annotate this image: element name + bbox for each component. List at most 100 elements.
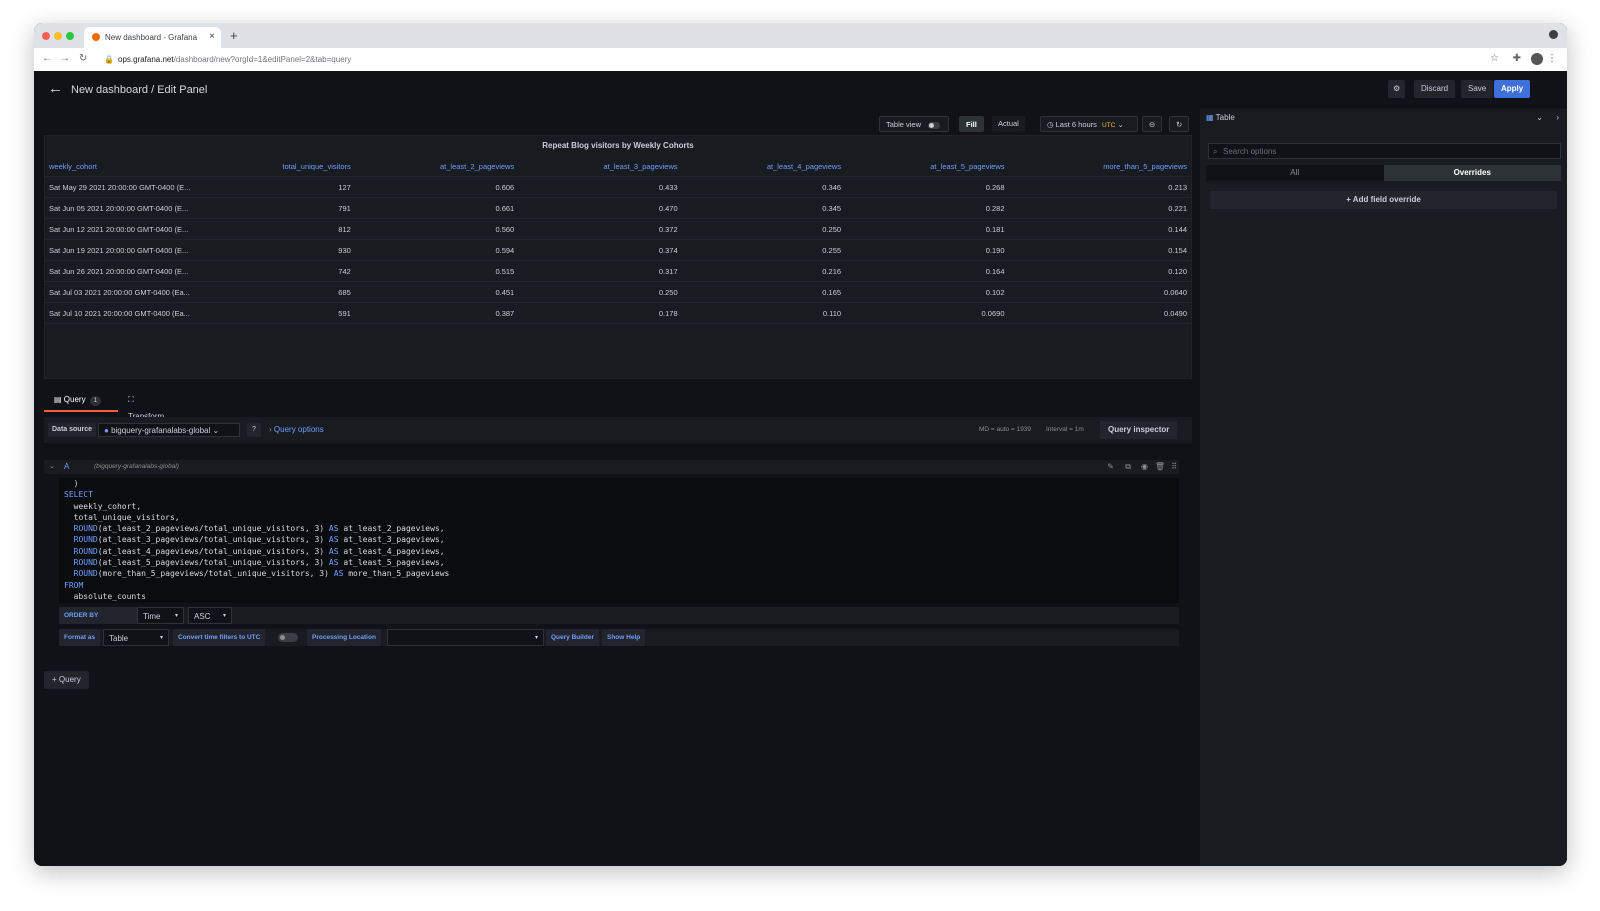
actual-button[interactable]: Actual [992, 116, 1025, 132]
tab-query[interactable]: ▤ Query 1 [44, 391, 118, 412]
close-window-icon[interactable] [42, 32, 50, 40]
query-builder-button[interactable]: Query Builder [546, 629, 599, 646]
lock-icon: 🔒 [104, 55, 114, 64]
table-cell: 742 [203, 260, 355, 282]
query-inspector-button[interactable]: Query inspector [1100, 421, 1178, 439]
tab-title: New dashboard - Grafana [105, 33, 198, 42]
convert-utc-toggle[interactable] [278, 633, 298, 642]
add-field-override-button[interactable]: + Add field override [1210, 191, 1557, 209]
datasource-picker[interactable]: ● bigquery-grafanalabs-global ⌄ [98, 423, 240, 437]
visualization-picker[interactable]: ▦ Table ⌄ › [1206, 109, 1561, 127]
sql-line: ) [64, 479, 79, 488]
sql-line: ROUND(at_least_2_pageviews/total_unique_… [73, 524, 445, 534]
eye-icon[interactable]: ◉ [1141, 462, 1148, 471]
back-nav-icon[interactable]: ← [42, 53, 52, 64]
table-cell: 0.110 [681, 302, 846, 324]
order-direction-select[interactable]: ASC ▾ [188, 607, 232, 624]
table-cell: 0.164 [845, 260, 1009, 282]
table-cell: 685 [203, 281, 355, 303]
refresh-icon[interactable]: ↻ [1169, 116, 1190, 132]
chrome-profile-icon[interactable] [1549, 30, 1558, 39]
toggle-switch[interactable] [928, 121, 941, 129]
table-cell: 0.387 [354, 302, 519, 324]
zoom-out-icon[interactable]: ⊖ [1142, 116, 1163, 132]
sql-line: ROUND(at_least_3_pageviews/total_unique_… [73, 535, 445, 545]
order-field-select[interactable]: Time ▾ [137, 607, 184, 624]
column-header[interactable]: at_least_2_pageviews [354, 156, 519, 177]
panel-preview: Repeat Blog visitors by Weekly Cohorts w… [44, 135, 1192, 379]
datasource-label: Data source [48, 423, 97, 437]
table-cell: Sat Jul 03 2021 20:00:00 GMT-0400 (Ea... [45, 281, 203, 303]
tab-all[interactable]: All [1206, 165, 1384, 181]
bookmark-star-icon[interactable]: ☆ [1490, 53, 1499, 64]
query-ref-id[interactable]: A [64, 462, 69, 471]
browser-menu-icon[interactable]: ⋮ [1547, 53, 1557, 64]
chevron-right-icon[interactable]: › [1556, 109, 1559, 127]
trash-icon[interactable]: 🗑 [1155, 462, 1165, 471]
table-cell: 0.515 [354, 260, 519, 282]
sql-line: total_unique_visitors, [64, 512, 180, 522]
query-options-toggle[interactable]: › Query options [269, 423, 324, 437]
maximize-window-icon[interactable] [66, 32, 74, 40]
drag-handle-icon[interactable]: ⠿ [1171, 462, 1177, 471]
query-row-header: ⌄ A (bigquery-grafanalabs-global) ✎ ⧉ ◉ … [44, 460, 1179, 474]
edit-pencil-icon[interactable]: ✎ [1107, 462, 1114, 471]
time-picker[interactable]: ◷ Last 6 hours UTC ⌄ [1040, 116, 1138, 132]
search-icon: ⌕ [1213, 147, 1218, 156]
column-header[interactable]: at_least_4_pageviews [681, 156, 846, 177]
user-avatar[interactable] [1531, 53, 1543, 65]
apply-button[interactable]: Apply [1494, 80, 1531, 98]
page-title: New dashboard / Edit Panel [71, 84, 208, 96]
table-view-toggle[interactable]: Table view [879, 116, 949, 132]
settings-gear-icon[interactable]: ⚙ [1388, 80, 1406, 98]
table-cell: 0.221 [1008, 197, 1191, 219]
column-header[interactable]: more_than_5_pageviews [1008, 156, 1191, 177]
table-row: Sat Jul 03 2021 20:00:00 GMT-0400 (Ea...… [45, 281, 1191, 303]
table-cell: Sat Jun 19 2021 20:00:00 GMT-0400 (E... [45, 239, 203, 261]
search-options-input[interactable]: ⌕ Search options [1208, 143, 1561, 159]
minimize-window-icon[interactable] [54, 32, 62, 40]
show-help-button[interactable]: Show Help [602, 629, 646, 646]
column-header[interactable]: total_unique_visitors [203, 156, 355, 177]
save-button[interactable]: Save [1461, 80, 1494, 98]
add-query-button[interactable]: + Query [44, 671, 89, 689]
caret-down-icon: ▾ [174, 613, 178, 619]
format-row: Format as Table ▾ Convert time filters to… [59, 629, 1179, 646]
caret-down-icon: ▾ [534, 635, 538, 641]
add-field-override-label: Add field override [1352, 195, 1421, 204]
column-header[interactable]: at_least_5_pageviews [845, 156, 1009, 177]
tab-transform[interactable]: ⛶ Transform0 [128, 391, 164, 440]
table-cell: 0.0640 [1008, 281, 1191, 303]
back-arrow-icon[interactable]: ← [48, 80, 63, 97]
table-cell: 0.346 [681, 176, 846, 198]
clock-icon: ◷ [1047, 120, 1054, 129]
tab-overrides[interactable]: Overrides [1383, 165, 1561, 181]
collapse-chevron-icon[interactable]: ⌄ [49, 462, 55, 470]
forward-nav-icon[interactable]: → [60, 53, 70, 64]
discard-button[interactable]: Discard [1414, 80, 1456, 98]
time-range: Last 6 hours [1055, 120, 1097, 129]
caret-down-icon: ▾ [159, 635, 163, 641]
table-cell: 0.317 [518, 260, 682, 282]
browser-tab[interactable]: New dashboard - Grafana × [84, 27, 221, 48]
add-query-label: Query [58, 675, 81, 684]
fill-button[interactable]: Fill [959, 116, 984, 132]
sql-editor[interactable]: ) SELECT weekly_cohort, total_unique_visi… [59, 478, 1179, 603]
table-cell: 0.451 [354, 281, 519, 303]
format-select[interactable]: Table ▾ [103, 629, 169, 646]
table-cell: 812 [203, 218, 355, 240]
extensions-icon[interactable]: ✚ [1513, 53, 1521, 64]
column-header[interactable]: weekly_cohort [45, 156, 203, 177]
column-header[interactable]: at_least_3_pageviews [518, 156, 682, 177]
reload-icon[interactable]: ↻ [79, 53, 87, 64]
processing-location-select[interactable]: ▾ [387, 629, 544, 646]
browser-tabbar: New dashboard - Grafana × + [34, 23, 1567, 48]
close-tab-icon[interactable]: × [209, 31, 215, 42]
help-circle-icon[interactable]: ? [247, 423, 261, 437]
duplicate-icon[interactable]: ⧉ [1125, 462, 1131, 472]
url-field[interactable]: ops.grafana.net/dashboard/new?orgId=1&ed… [118, 55, 351, 64]
md-info: MD = auto = 1939 [979, 426, 1032, 433]
table-cell: 0.606 [354, 176, 519, 198]
sql-line: FROM [64, 580, 84, 590]
new-tab-icon[interactable]: + [230, 28, 238, 43]
